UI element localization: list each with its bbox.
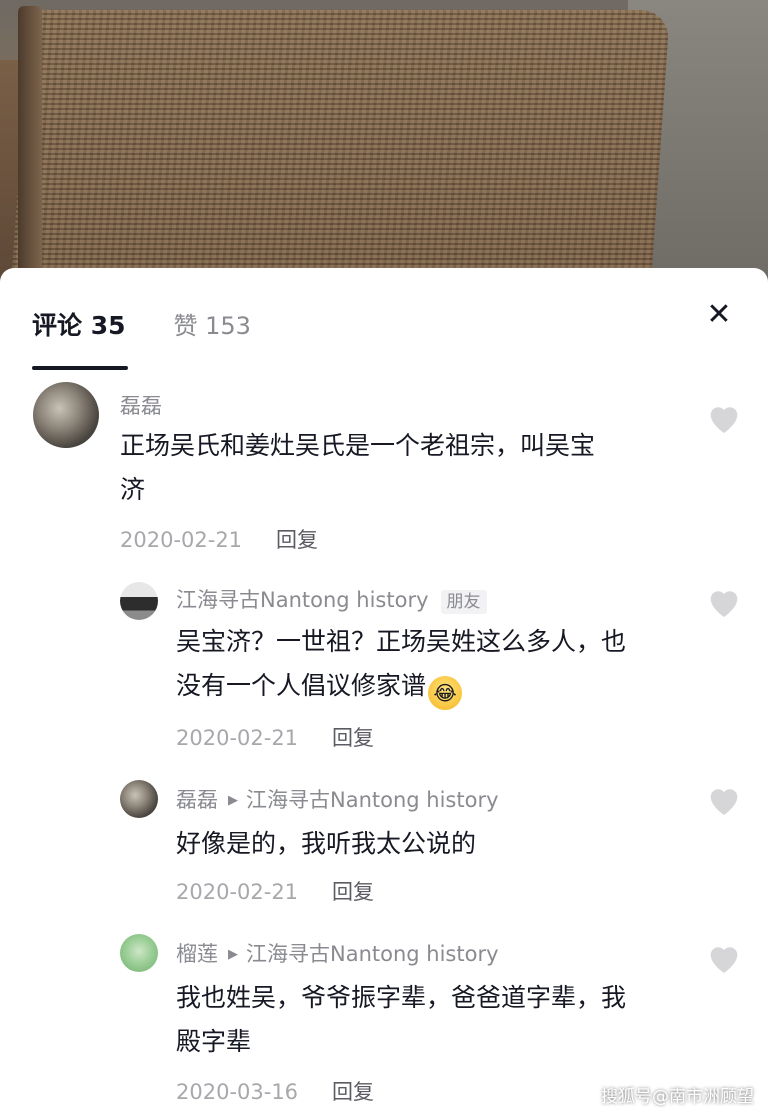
reply-text-line: 吴宝济？一世祖？正场吴姓这么多人，也: [176, 627, 627, 656]
avatar[interactable]: [33, 382, 99, 448]
avatar[interactable]: [120, 582, 158, 620]
laughing-crying-emoji-icon: 😂: [428, 676, 463, 710]
tab-likes[interactable]: 赞 153: [174, 306, 251, 341]
reply-meta: 2020-02-21 回复: [176, 876, 374, 906]
reply-username-row: 榴莲 ▶ 江海寻古Nantong history: [176, 938, 499, 968]
background-woven-scroll: [9, 10, 671, 300]
comment-tabs: 评论 35 赞 153: [32, 306, 251, 342]
friend-badge: 朋友: [440, 590, 487, 614]
reply-arrow-icon: ▶: [228, 793, 238, 808]
heart-icon[interactable]: [704, 938, 744, 978]
reply-to-username[interactable]: 江海寻古Nantong history: [246, 788, 499, 812]
heart-icon[interactable]: [704, 582, 744, 622]
reply-text: 我也姓吴，爷爷振字辈，爸爸道字辈，我 殿字辈: [176, 976, 626, 1064]
reply-button[interactable]: 回复: [276, 528, 318, 552]
reply-button[interactable]: 回复: [332, 726, 374, 750]
reply-username[interactable]: 江海寻古Nantong history: [176, 588, 429, 612]
reply-meta: 2020-03-16 回复: [176, 1076, 374, 1106]
reply-text-line: 没有一个人倡议修家谱 😂: [176, 664, 626, 710]
reply-text: 吴宝济？一世祖？正场吴姓这么多人，也 没有一个人倡议修家谱 😂: [176, 620, 626, 710]
active-tab-indicator: [32, 366, 128, 370]
reply-text-line: 我也姓吴，爷爷振字辈，爸爸道字辈，我: [176, 983, 627, 1012]
comment-username[interactable]: 磊磊: [120, 390, 162, 420]
comment-meta: 2020-02-21 回复: [120, 524, 318, 554]
background-photo: [0, 0, 768, 300]
heart-icon[interactable]: [704, 780, 744, 820]
tab-comments[interactable]: 评论 35: [32, 306, 126, 342]
reply-to-username[interactable]: 江海寻古Nantong history: [246, 942, 499, 966]
comment-date: 2020-02-21: [120, 528, 243, 552]
close-icon[interactable]: ✕: [704, 300, 734, 330]
reply-date: 2020-02-21: [176, 726, 299, 750]
watermark-text: 搜狐号@南市洲顾望: [601, 1087, 754, 1107]
avatar[interactable]: [120, 780, 158, 818]
reply-username[interactable]: 磊磊: [176, 788, 218, 812]
reply-username-row: 江海寻古Nantong history 朋友: [176, 584, 487, 614]
heart-icon[interactable]: [704, 398, 744, 438]
reply-username[interactable]: 榴莲: [176, 942, 218, 966]
comment-sheet: 评论 35 赞 153 ✕ 磊磊 正场吴氏和姜灶吴氏是一个老祖宗，叫吴宝 济 2…: [0, 268, 768, 1115]
reply-text: 好像是的，我听我太公说的: [176, 822, 476, 866]
comment-text-line: 正场吴氏和姜灶吴氏是一个老祖宗，叫吴宝: [120, 431, 596, 460]
reply-meta: 2020-02-21 回复: [176, 722, 374, 752]
reply-arrow-icon: ▶: [228, 947, 238, 962]
reply-date: 2020-02-21: [176, 880, 299, 904]
avatar[interactable]: [120, 934, 158, 972]
comment-text-line: 济: [120, 475, 146, 504]
background-scroll-rod: [18, 6, 42, 300]
reply-username-row: 磊磊 ▶ 江海寻古Nantong history: [176, 784, 499, 814]
reply-button[interactable]: 回复: [332, 880, 374, 904]
reply-button[interactable]: 回复: [332, 1080, 374, 1104]
comment-text: 正场吴氏和姜灶吴氏是一个老祖宗，叫吴宝 济: [120, 424, 595, 512]
reply-date: 2020-03-16: [176, 1080, 299, 1104]
reply-text-line: 殿字辈: [176, 1027, 252, 1056]
reply-text-line: 好像是的，我听我太公说的: [176, 829, 477, 858]
